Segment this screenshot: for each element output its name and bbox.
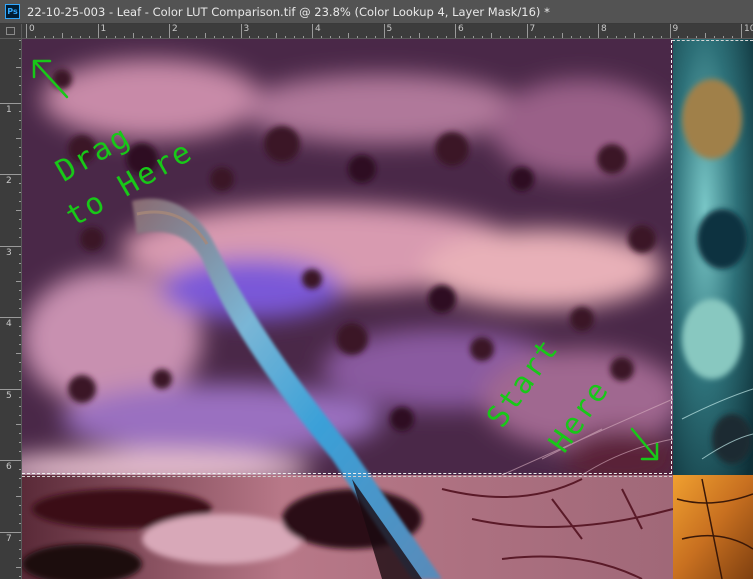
ruler-tick [0, 245, 21, 247]
ruler-tick [669, 24, 671, 38]
horizontal-ruler[interactable]: 0 1 2 3 4 5 6 7 8 9 10 [22, 24, 753, 39]
ruler-tick [0, 388, 21, 390]
canvas-image [22, 39, 753, 579]
ruler-tick [0, 460, 21, 461]
ruler-tick [169, 24, 170, 38]
ruler-tick [598, 24, 599, 38]
ruler-tick [240, 24, 242, 38]
ruler-tick [97, 24, 99, 38]
ruler-origin-icon [6, 27, 15, 35]
photoshop-logo-icon: Ps [5, 4, 20, 19]
ruler-label: 7 [6, 533, 12, 544]
ruler-label: 6 [6, 462, 12, 472]
ruler-tick [526, 24, 528, 38]
ruler-tick [741, 24, 742, 38]
ruler-label: 4 [6, 319, 12, 329]
ruler-label: 1 [100, 24, 107, 34]
ruler-tick [455, 24, 456, 38]
ruler-label: 2 [172, 24, 178, 34]
document-tab[interactable]: Ps 22-10-25-003 - Leaf - Color LUT Compa… [0, 0, 753, 24]
ruler-tick [383, 24, 385, 38]
ruler-tick [26, 24, 27, 38]
ruler-tick [0, 317, 21, 318]
ruler-tick [0, 531, 21, 533]
ruler-tick [0, 102, 21, 104]
ruler-label: 10 [744, 24, 753, 34]
ruler-label: 9 [672, 24, 679, 34]
ruler-label: 5 [386, 24, 393, 34]
document-title: 22-10-25-003 - Leaf - Color LUT Comparis… [27, 5, 550, 19]
ruler-label: 1 [6, 104, 12, 115]
ruler-label: 3 [6, 247, 12, 258]
ruler-origin[interactable] [0, 24, 22, 39]
ruler-label: 7 [529, 24, 536, 34]
orange-lut-region [673, 475, 753, 579]
ruler-label: 2 [6, 176, 12, 186]
ruler-label: 3 [243, 24, 250, 34]
ruler-label: 6 [458, 24, 464, 34]
document-canvas[interactable]: Drag to Here Start Here [22, 39, 753, 579]
ruler-label: 4 [315, 24, 321, 34]
ruler-tick [312, 24, 313, 38]
vertical-ruler[interactable]: 1 2 3 4 5 6 7 [0, 39, 22, 579]
ruler-label: 5 [6, 390, 12, 401]
ruler-label: 8 [601, 24, 607, 34]
ruler-label: 0 [29, 24, 35, 34]
ruler-tick [0, 174, 21, 175]
